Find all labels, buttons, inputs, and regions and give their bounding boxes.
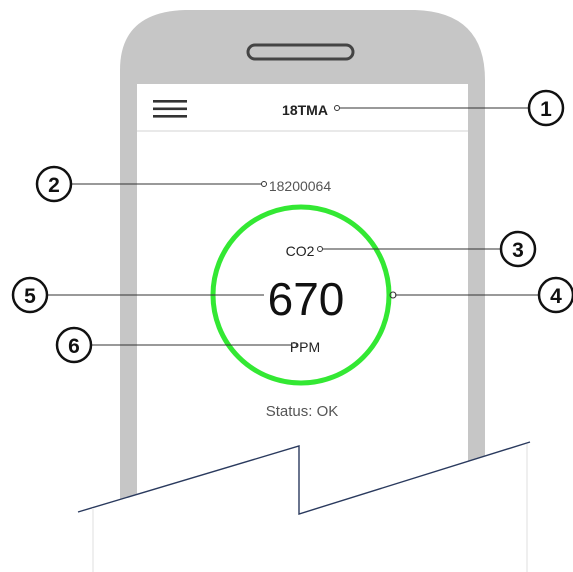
svg-text:2: 2 bbox=[48, 174, 60, 197]
gas-label: CO2 bbox=[286, 243, 315, 259]
callout-4: 4 bbox=[537, 276, 573, 314]
callout-2: 2 bbox=[35, 165, 73, 203]
svg-text:5: 5 bbox=[24, 285, 36, 308]
phone-diagram: 18TMA 18200064 CO2 670 PPM Status: OK 1 … bbox=[11, 10, 573, 572]
svg-text:6: 6 bbox=[68, 335, 80, 358]
svg-text:4: 4 bbox=[550, 285, 562, 308]
svg-text:1: 1 bbox=[540, 98, 552, 121]
svg-text:3: 3 bbox=[512, 239, 524, 262]
app-title: 18TMA bbox=[282, 102, 328, 118]
callout-6: 6 bbox=[55, 326, 93, 364]
device-id: 18200064 bbox=[269, 178, 332, 194]
callout-5: 5 bbox=[11, 276, 49, 314]
callout-1: 1 bbox=[527, 89, 565, 127]
reading-value: 670 bbox=[268, 273, 345, 325]
status-text: Status: OK bbox=[266, 403, 339, 420]
callout-3: 3 bbox=[499, 230, 537, 268]
